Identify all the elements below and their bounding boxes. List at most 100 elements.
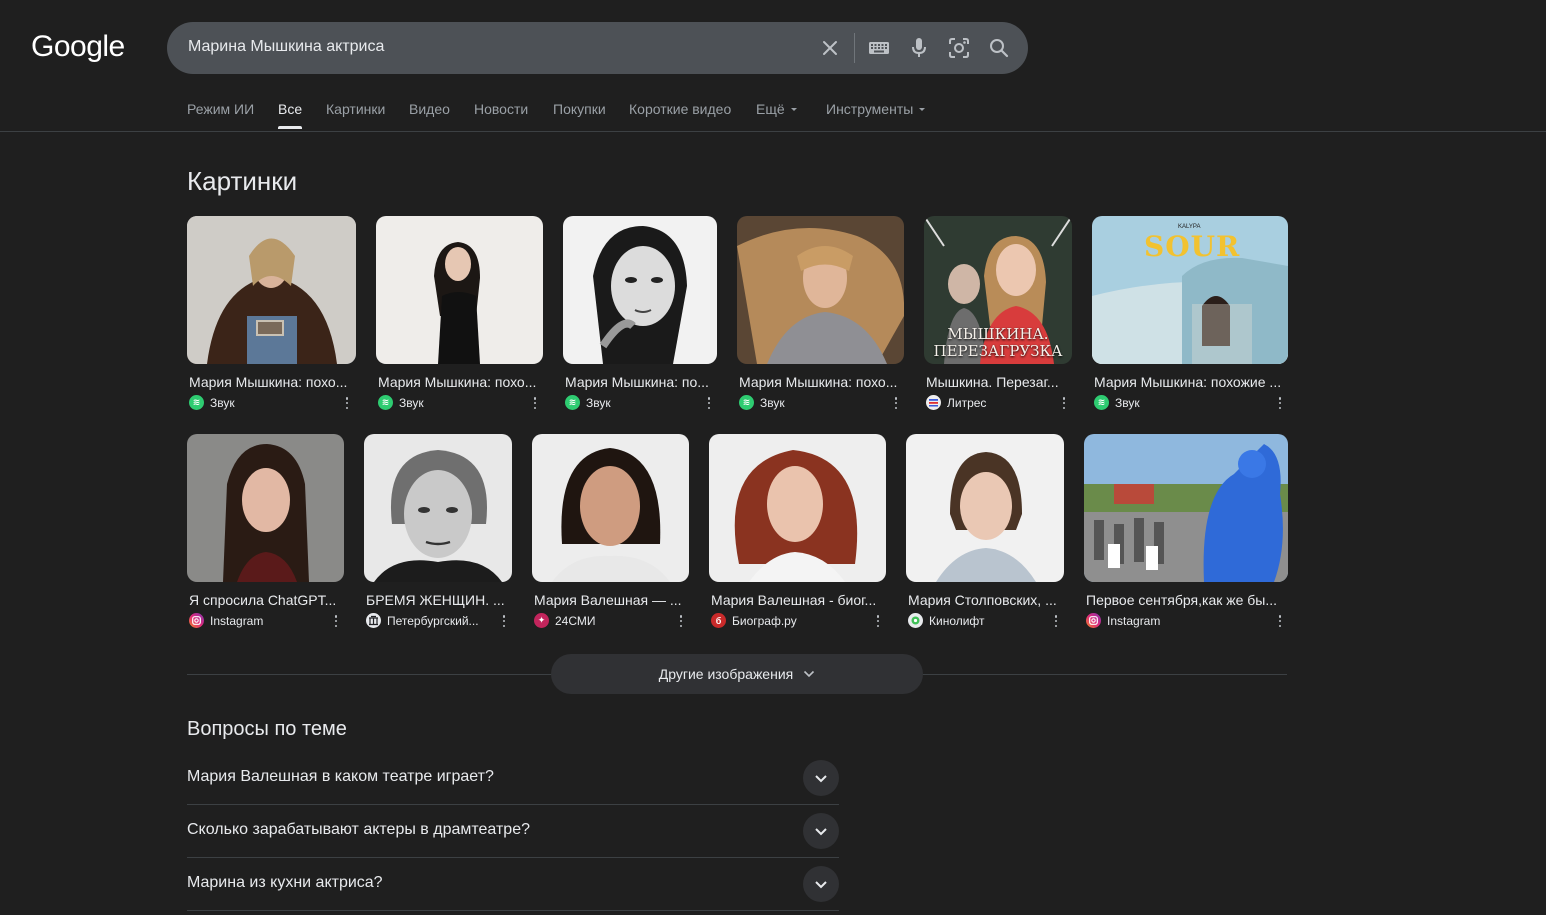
tab-ai-mode[interactable]: Режим ИИ	[187, 101, 254, 117]
image-title[interactable]: Мышкина. Перезаг...	[926, 374, 1068, 390]
related-question[interactable]: Мария Валешная в каком театре играет?	[187, 752, 839, 805]
chevron-down-icon[interactable]	[803, 866, 839, 902]
keyboard-icon[interactable]	[867, 36, 891, 60]
lens-icon[interactable]	[947, 36, 971, 60]
more-images-button[interactable]: Другие изображения	[551, 654, 923, 694]
source-name: Литрес	[947, 395, 987, 410]
images-section-title: Картинки	[187, 166, 298, 196]
image-title[interactable]: Мария Столповских, ...	[908, 592, 1062, 608]
image-title[interactable]: Мария Мышкина: похо...	[739, 374, 901, 390]
image-thumbnail[interactable]	[737, 216, 904, 364]
image-title[interactable]: Мария Мышкина: похожие ...	[1094, 374, 1286, 390]
more-options-icon[interactable]	[341, 396, 353, 410]
image-thumbnail[interactable]	[187, 216, 356, 364]
image-source[interactable]: б Биограф.ру	[711, 613, 851, 628]
image-title[interactable]: Мария Валешная — ...	[534, 592, 686, 608]
person-photo	[709, 434, 886, 582]
image-source[interactable]: ≋ Звук	[189, 395, 329, 410]
source-name: Instagram	[210, 613, 264, 628]
search-bar[interactable]: Марина Мышкина актриса	[167, 22, 1028, 74]
image-title[interactable]: БРЕМЯ ЖЕНЩИН. ...	[366, 592, 510, 608]
source-name: Биограф.ру	[732, 613, 797, 628]
person-photo	[737, 216, 904, 364]
image-thumbnail[interactable]	[364, 434, 512, 582]
image-title[interactable]: Мария Мышкина: по...	[565, 374, 715, 390]
more-options-icon[interactable]	[1050, 614, 1062, 628]
litres-icon	[926, 395, 941, 410]
source-name: 24СМИ	[555, 613, 596, 628]
image-thumbnail[interactable]	[187, 434, 344, 582]
image-thumbnail[interactable]	[1084, 434, 1288, 582]
tab-more[interactable]: Ещё	[756, 101, 799, 117]
more-options-icon[interactable]	[498, 614, 510, 628]
image-thumbnail[interactable]	[563, 216, 717, 364]
more-options-icon[interactable]	[703, 396, 715, 410]
person-photo	[563, 216, 717, 364]
image-thumbnail[interactable]: МЫШКИНА. ПЕРЕЗАГРУЗКА	[924, 216, 1072, 364]
tab-video[interactable]: Видео	[409, 101, 450, 117]
more-options-icon[interactable]	[872, 614, 884, 628]
tab-label: Ещё	[756, 101, 785, 117]
chevron-down-icon[interactable]	[803, 760, 839, 796]
biograf-icon: б	[711, 613, 726, 628]
image-source[interactable]: Петербургский...	[366, 613, 486, 628]
zvuk-icon: ≋	[565, 395, 580, 410]
more-options-icon[interactable]	[330, 614, 342, 628]
image-title[interactable]: Мария Валешная - биог...	[711, 592, 883, 608]
more-options-icon[interactable]	[1058, 396, 1070, 410]
google-results-page: Google Марина Мышкина актриса Режим ИИ В…	[0, 0, 1546, 915]
caret-down-icon	[919, 108, 926, 111]
image-source[interactable]: ≋ Звук	[739, 395, 879, 410]
more-options-icon[interactable]	[890, 396, 902, 410]
image-title[interactable]: Я спросила ChatGPT...	[189, 592, 341, 608]
tab-shopping[interactable]: Покупки	[553, 101, 606, 117]
tab-label: Инструменты	[826, 101, 914, 117]
more-images-label: Другие изображения	[658, 666, 794, 682]
tab-tools[interactable]: Инструменты	[826, 101, 927, 117]
tab-label: Новости	[474, 101, 529, 117]
more-options-icon[interactable]	[1274, 614, 1286, 628]
question-text: Марина из кухни актриса?	[187, 874, 383, 891]
image-thumbnail[interactable]	[376, 216, 543, 364]
image-title[interactable]: Мария Мышкина: похо...	[378, 374, 540, 390]
related-questions-title: Вопросы по теме	[187, 718, 347, 740]
more-options-icon[interactable]	[675, 614, 687, 628]
person-photo	[906, 434, 1064, 582]
tab-news[interactable]: Новости	[474, 101, 528, 117]
microphone-icon[interactable]	[907, 36, 931, 60]
image-thumbnail[interactable]: KALYPA SOUR	[1092, 216, 1288, 364]
image-source[interactable]: ✦ 24СМИ	[534, 613, 654, 628]
tab-all[interactable]: Все	[278, 101, 302, 117]
close-icon[interactable]	[818, 36, 842, 60]
tab-short-videos[interactable]: Короткие видео	[629, 101, 731, 117]
image-thumbnail[interactable]	[906, 434, 1064, 582]
more-options-icon[interactable]	[529, 396, 541, 410]
related-question[interactable]: Сколько зарабатывают актеры в драмтеатре…	[187, 805, 839, 858]
source-name: Instagram	[1107, 613, 1161, 628]
image-thumbnail[interactable]	[709, 434, 886, 582]
image-source[interactable]: ≋ Звук	[1094, 395, 1234, 410]
image-thumbnail[interactable]	[532, 434, 689, 582]
chevron-down-icon[interactable]	[803, 813, 839, 849]
image-title[interactable]: Мария Мышкина: похо...	[189, 374, 353, 390]
image-source[interactable]: ≋ Звук	[378, 395, 518, 410]
google-logo[interactable]: Google	[31, 30, 125, 64]
image-source[interactable]: Кинолифт	[908, 613, 1028, 628]
search-icon[interactable]	[987, 36, 1011, 60]
image-source[interactable]: Instagram	[1086, 613, 1226, 628]
image-title[interactable]: Первое сентября,как же бы...	[1086, 592, 1286, 608]
tab-label: Короткие видео	[629, 101, 732, 117]
search-input[interactable]: Марина Мышкина актриса	[188, 38, 384, 56]
source-name: Звук	[399, 395, 424, 410]
image-source[interactable]: Instagram	[189, 613, 319, 628]
person-photo	[187, 434, 344, 582]
tab-images[interactable]: Картинки	[326, 101, 385, 117]
poster-overlay-text: МЫШКИНА. ПЕРЕЗАГРУЗКА	[933, 325, 1063, 360]
related-question[interactable]: Марина из кухни актриса?	[187, 858, 839, 911]
more-options-icon[interactable]	[1274, 396, 1286, 410]
image-source[interactable]: ≋ Звук	[565, 395, 685, 410]
source-name: Петербургский...	[387, 613, 479, 628]
image-source[interactable]: Литрес	[926, 395, 1046, 410]
tab-label: Все	[278, 101, 303, 117]
active-tab-indicator	[278, 126, 302, 129]
